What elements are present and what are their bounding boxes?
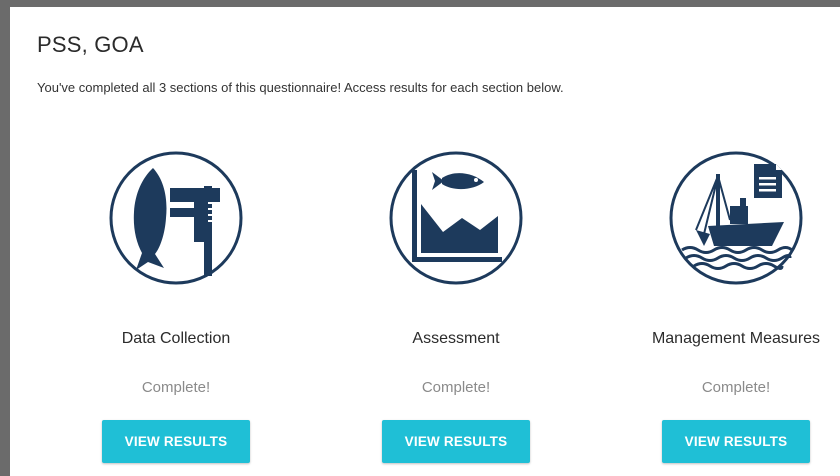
page-title: PSS, GOA: [37, 32, 144, 57]
results-panel: PSS, GOA You've completed all 3 sections…: [10, 7, 840, 476]
fish-caliper-icon: [109, 151, 243, 285]
fish-chart-icon: [389, 151, 523, 285]
section-title: Data Collection: [121, 330, 231, 347]
section-management-measures: Management Measures Complete! VIEW RESUL…: [616, 150, 840, 476]
section-status: Complete!: [141, 379, 211, 396]
section-assessment: Assessment Complete! VIEW RESULTS: [336, 150, 576, 476]
view-results-button-assessment[interactable]: VIEW RESULTS: [382, 420, 530, 463]
section-title: Assessment: [412, 330, 500, 347]
view-results-button-management-measures[interactable]: VIEW RESULTS: [662, 420, 810, 463]
view-results-button-data-collection[interactable]: VIEW RESULTS: [102, 420, 250, 463]
section-status: Complete!: [421, 379, 491, 396]
section-title: Management Measures: [651, 330, 821, 347]
fishing-boat-document-icon: [669, 151, 803, 285]
page-subtitle: You've completed all 3 sections of this …: [37, 80, 564, 95]
section-data-collection: Data Collection Complete! VIEW RESULTS: [56, 150, 296, 476]
section-status: Complete!: [701, 379, 771, 396]
